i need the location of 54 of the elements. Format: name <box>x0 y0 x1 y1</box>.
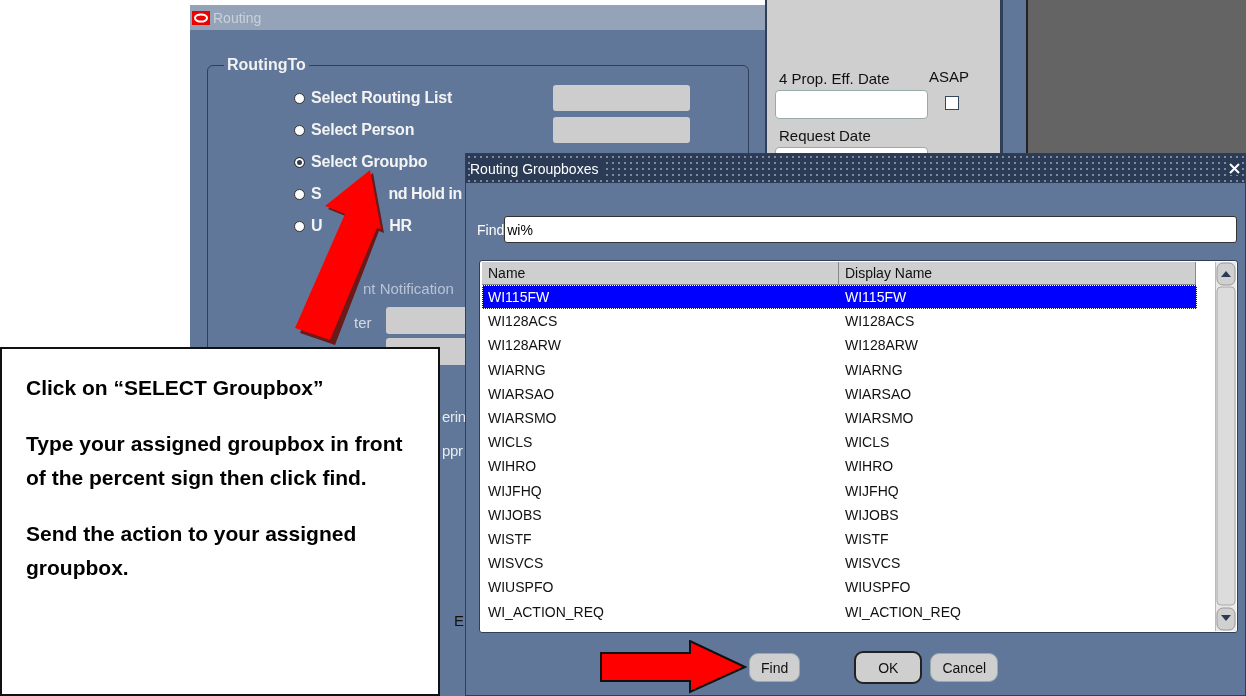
column-header: Display Name <box>839 262 1196 285</box>
column-header: Name <box>482 262 839 285</box>
scroll-bar[interactable] <box>1215 262 1236 631</box>
option-label: nt Notification <box>363 280 454 297</box>
instruction-text: Send the action to your assigned groupbox. <box>26 521 358 581</box>
list-row[interactable]: WICLS WICLS <box>482 430 1197 455</box>
radio-button[interactable] <box>294 92 305 104</box>
option-label: ppr <box>442 442 463 459</box>
logo-icon <box>192 10 210 25</box>
find-field[interactable]: wi% <box>504 216 1237 243</box>
list-row[interactable]: WI_ACTION_REQ WI_ACTION_REQ <box>482 599 1197 624</box>
dialog-button[interactable]: Find <box>749 653 801 682</box>
close-icon[interactable] <box>1228 162 1241 175</box>
list-row[interactable]: WIHRO WIHRO <box>482 454 1197 479</box>
field-label: 4 Prop. Eff. Date <box>779 70 890 87</box>
arrow-icon <box>600 640 747 694</box>
radio-button[interactable] <box>294 188 305 200</box>
button-label: E <box>454 612 464 629</box>
list-row[interactable]: WI128ARW WI128ARW <box>482 333 1197 358</box>
checkbox[interactable] <box>945 96 959 110</box>
radio-button[interactable] <box>294 220 305 232</box>
list-row[interactable]: WIARSAO WIARSAO <box>482 381 1197 406</box>
dialog-button[interactable]: Cancel <box>930 653 999 682</box>
list-row[interactable]: WIUSPFO WIUSPFO <box>482 575 1197 600</box>
option-label: HR <box>389 217 412 235</box>
dialog-button[interactable]: OK <box>854 651 923 684</box>
list-row[interactable]: WIARSMO WIARSMO <box>482 405 1197 431</box>
radio-button[interactable] <box>294 124 305 136</box>
group-label: RoutingTo <box>224 56 309 74</box>
option-label: S <box>311 185 322 203</box>
option-label: nd Hold in <box>388 185 462 203</box>
radio-button[interactable] <box>294 156 305 168</box>
list-row[interactable]: WI128ACS WI128ACS <box>482 309 1197 334</box>
text-field[interactable] <box>553 85 690 111</box>
dialog-title: Routing Groupboxes <box>470 160 603 177</box>
field-label: ter <box>354 314 372 331</box>
list-row[interactable]: WIJFHQ WIJFHQ <box>482 478 1197 503</box>
list-row[interactable]: WI115FW WI115FW <box>482 285 1197 310</box>
option-label: Select Person <box>311 121 415 139</box>
list-row[interactable]: WIJOBS WIJOBS <box>482 502 1197 527</box>
list-row[interactable]: WISVCS WISVCS <box>482 551 1197 576</box>
text-field[interactable] <box>553 117 690 143</box>
field-label: ASAP <box>929 68 970 85</box>
option-label: Select Groupbo <box>311 153 428 171</box>
field-label: Find <box>477 221 505 238</box>
instruction-text: Type your assigned groupbox in front of the percent sign then click find. <box>26 431 404 491</box>
date-field[interactable] <box>775 90 928 119</box>
field-label: Request Date <box>779 127 871 144</box>
list-row[interactable]: WIARNG WIARNG <box>482 357 1197 382</box>
instruction-text: Click on “SELECT Groupbox” <box>26 375 325 401</box>
option-label: Select Routing List <box>311 89 453 107</box>
list-row[interactable]: WISTF WISTF <box>482 526 1197 552</box>
option-label: U <box>311 217 323 235</box>
option-label: erin <box>442 408 466 425</box>
